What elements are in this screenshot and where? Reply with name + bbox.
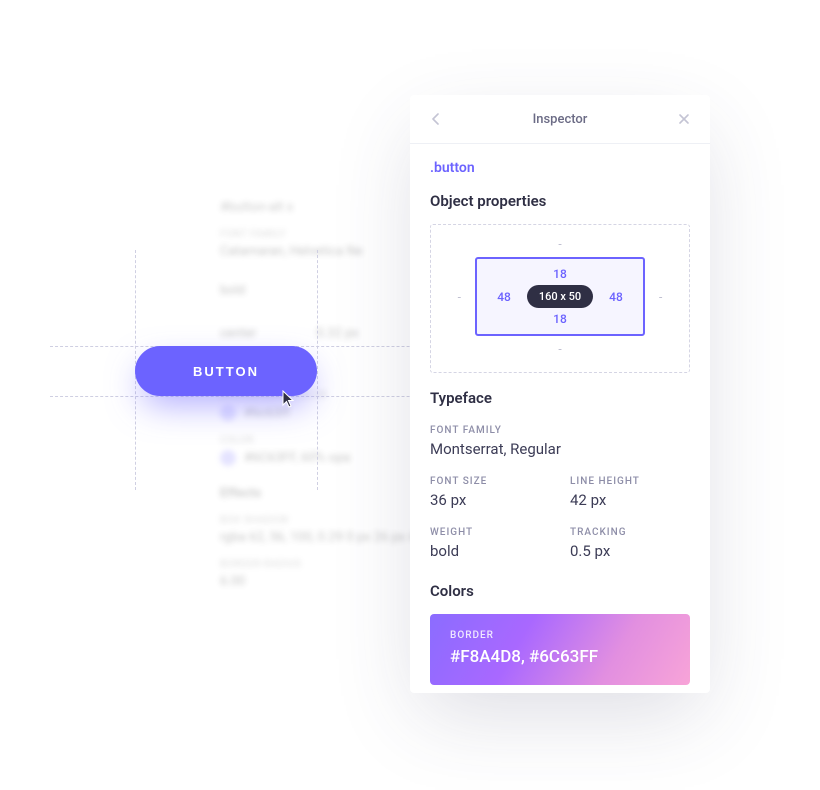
close-button[interactable] xyxy=(674,109,694,129)
bg-header-left: #button-alt x xyxy=(220,200,293,215)
padding-bottom: 18 xyxy=(553,312,567,326)
size-pill: 160 x 50 xyxy=(527,285,593,308)
bg-weight-value: bold xyxy=(220,283,245,298)
font-family-label: FONT FAMILY xyxy=(430,425,690,436)
padding-left: 48 xyxy=(497,290,511,304)
colors-title: Colors xyxy=(430,582,690,600)
guide-line-right xyxy=(317,250,318,490)
typeface-title: Typeface xyxy=(430,389,690,407)
inspector-title: Inspector xyxy=(533,112,588,127)
bg-bgcolor-value: #6c63ff xyxy=(244,405,290,420)
selected-button-label: BUTTON xyxy=(193,364,259,379)
weight-label: WEIGHT xyxy=(430,527,550,538)
box-model: - - 18 48 160 x 50 48 18 - - xyxy=(430,224,690,373)
class-name: .button xyxy=(430,160,690,176)
back-button[interactable] xyxy=(426,109,446,129)
tracking-label: TRACKING xyxy=(570,527,690,538)
padding-right: 48 xyxy=(609,290,623,304)
bg-swatch-1 xyxy=(220,405,236,421)
weight-value: bold xyxy=(430,542,550,560)
bg-swatch-2 xyxy=(220,450,236,466)
border-label: BORDER xyxy=(450,630,670,641)
border-color-card[interactable]: BORDER #F8A4D8, #6C63FF xyxy=(430,614,690,685)
bg-row3-left: center xyxy=(220,326,256,341)
border-value: #F8A4D8, #6C63FF xyxy=(450,647,670,667)
margin-bottom: - xyxy=(558,342,561,356)
margin-right: - xyxy=(659,290,662,304)
bg-row3-right: 0.32 px xyxy=(316,326,358,341)
font-family-value: Montserrat, Regular xyxy=(430,440,690,458)
close-icon xyxy=(678,113,690,125)
font-size-label: FONT SIZE xyxy=(430,476,550,487)
inspector-header: Inspector xyxy=(410,95,710,144)
line-height-label: LINE HEIGHT xyxy=(570,476,690,487)
selected-button[interactable]: BUTTON xyxy=(135,346,317,396)
margin-left: - xyxy=(458,290,461,304)
padding-top: 18 xyxy=(553,267,567,281)
font-size-value: 36 px xyxy=(430,491,550,509)
tracking-value: 0.5 px xyxy=(570,542,690,560)
object-properties-title: Object properties xyxy=(430,192,690,210)
box-inner: 18 48 160 x 50 48 18 xyxy=(475,257,645,336)
line-height-value: 42 px xyxy=(570,491,690,509)
chevron-left-icon xyxy=(432,113,440,125)
bg-color-value: #6C63FF, 60% opa xyxy=(244,450,350,465)
margin-top: - xyxy=(558,237,561,251)
inspector-panel: Inspector .button Object properties - - … xyxy=(410,95,710,693)
